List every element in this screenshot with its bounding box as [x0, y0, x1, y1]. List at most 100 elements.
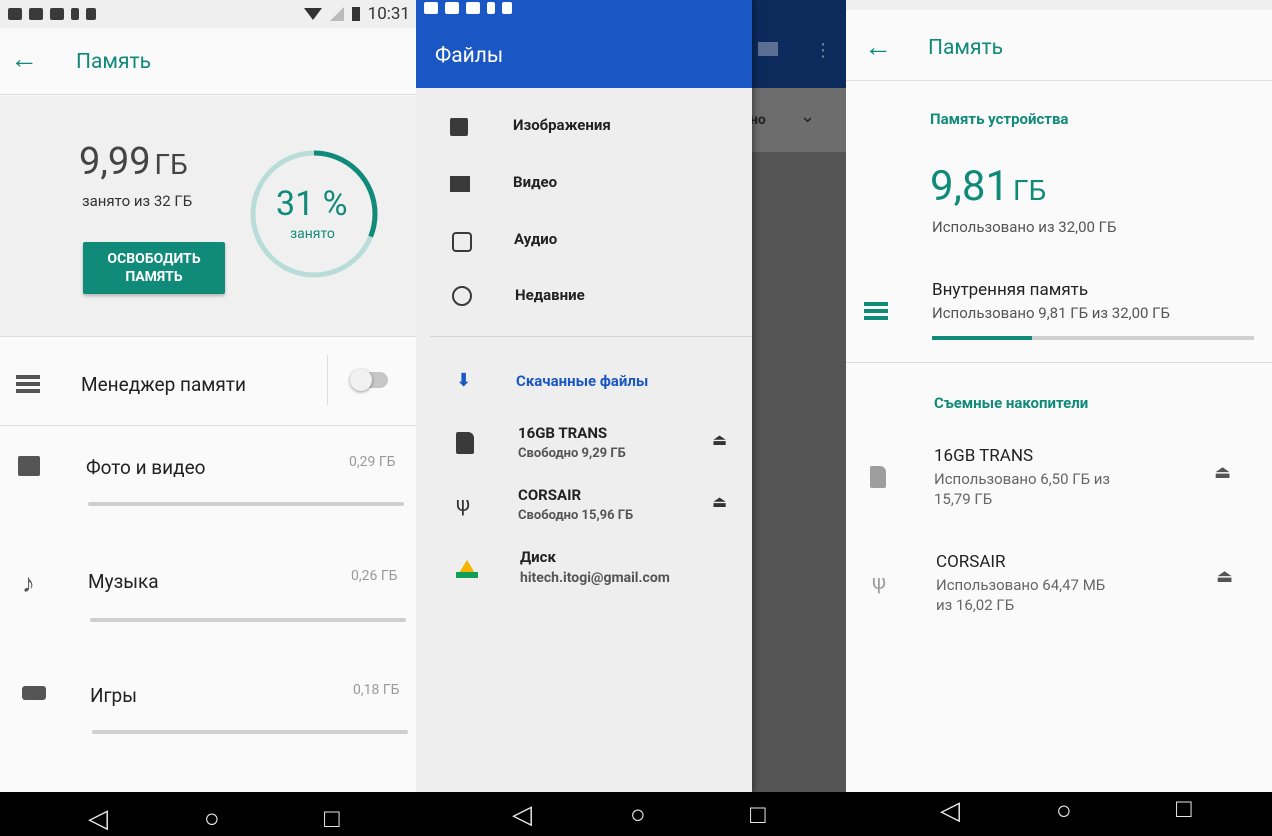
- drawer-item-downloads[interactable]: ⬇ Скачанные файлы: [416, 356, 752, 410]
- internal-storage-bar-fill: [932, 336, 1032, 340]
- category-label: Музыка: [88, 570, 159, 593]
- home-nav-icon[interactable]: ○: [204, 806, 220, 832]
- notification-icon: [8, 8, 22, 20]
- category-size: 0,26 ГБ: [351, 568, 398, 584]
- home-nav-icon[interactable]: ○: [630, 802, 646, 828]
- storage-list-icon: [864, 302, 888, 320]
- category-label: Игры: [90, 684, 137, 707]
- overflow-menu-icon: ⋮: [814, 40, 832, 61]
- device-section-header: Память устройства: [930, 110, 1069, 128]
- usb-notification-icon: [71, 8, 79, 20]
- app-bar: ← Память: [846, 10, 1272, 81]
- status-icons: [424, 2, 512, 14]
- eject-icon[interactable]: ⏏: [1214, 462, 1231, 483]
- category-row-photos[interactable]: Фото и видео 0,29 ГБ: [0, 426, 420, 540]
- photo-icon: [18, 456, 40, 476]
- recents-nav-icon[interactable]: □: [1176, 796, 1192, 822]
- eject-icon[interactable]: ⏏: [712, 492, 727, 511]
- background-text: но: [750, 112, 766, 128]
- drawer-item-audio[interactable]: Аудио: [416, 212, 752, 266]
- home-nav-icon[interactable]: ○: [1056, 798, 1072, 824]
- sd-card-icon: [870, 466, 886, 488]
- image-notification-icon: [50, 8, 64, 20]
- back-arrow-icon[interactable]: ←: [864, 30, 892, 63]
- battery-icon: [351, 7, 360, 21]
- usb-icon: ψ: [456, 492, 471, 516]
- category-bar: [88, 502, 404, 506]
- free-memory-button[interactable]: ОСВОБОДИТЬ ПАМЯТЬ: [83, 242, 225, 294]
- back-nav-icon[interactable]: ◁: [88, 806, 108, 832]
- drive-icon-base: [456, 572, 478, 578]
- recents-nav-icon[interactable]: □: [750, 802, 766, 828]
- category-row-music[interactable]: ♪ Музыка 0,26 ГБ: [0, 540, 420, 654]
- category-bar: [92, 730, 408, 734]
- camera-icon: [445, 2, 459, 14]
- usb-icon: ψ: [872, 570, 887, 594]
- used-amount: 9,99 ГБ: [79, 140, 188, 184]
- camera-icon: [29, 8, 43, 20]
- navigation-drawer: Файлы Изображения Видео Аудио Недавние ⬇…: [416, 0, 752, 792]
- internal-storage-title: Внутренняя память: [932, 280, 1089, 300]
- memory-manager-label: Менеджер памяти: [81, 373, 246, 396]
- drawer-title: Файлы: [435, 44, 504, 68]
- storage-list-icon: [16, 375, 40, 393]
- ring-percent: 31 %: [276, 184, 348, 224]
- removable-row-16gb-trans[interactable]: 16GB TRANS Использовано 6,50 ГБ из 15,79…: [846, 440, 1272, 530]
- status-bar: 10:31: [0, 0, 420, 28]
- audio-icon: [452, 232, 472, 252]
- recents-nav-icon[interactable]: □: [324, 806, 340, 832]
- video-icon: [450, 176, 470, 192]
- sd-notification-icon: [502, 2, 512, 14]
- memory-manager-row[interactable]: Менеджер памяти: [0, 337, 420, 425]
- drawer-storage-drive[interactable]: Диск hitech.itogi@gmail.com: [416, 546, 752, 606]
- removable-row-corsair[interactable]: ψ CORSAIR Использовано 64,47 МБ из 16,02…: [846, 546, 1272, 636]
- app-bar: ← Память: [0, 28, 420, 95]
- status-bar: [846, 0, 1272, 10]
- drawer-item-images[interactable]: Изображения: [416, 100, 752, 154]
- drawer-item-recent[interactable]: Недавние: [416, 268, 752, 322]
- music-note-icon: ♪: [22, 569, 35, 599]
- left-screen: 10:31 ← Память 9,99 ГБ занято из 32 ГБ О…: [0, 0, 420, 792]
- page-title: Память: [76, 50, 152, 74]
- internal-storage-row[interactable]: Внутренняя память Использовано 9,81 ГБ и…: [846, 270, 1272, 358]
- drawer-item-video[interactable]: Видео: [416, 156, 752, 210]
- middle-screen: ⋮ но ⌄ Файлы Изображения Видео Аудио Нед…: [416, 0, 856, 792]
- back-nav-icon[interactable]: ◁: [512, 802, 532, 828]
- image-notification-icon: [466, 2, 480, 14]
- gamepad-icon: [22, 686, 46, 700]
- signal-icon: [329, 7, 344, 21]
- chevron-down-icon: ⌄: [800, 106, 816, 127]
- download-icon: ⬇: [456, 370, 472, 391]
- image-icon: [450, 118, 468, 136]
- sd-notification-icon: [86, 8, 96, 20]
- list-view-icon: [758, 42, 778, 56]
- drawer-storage-16gb-trans[interactable]: 16GB TRANS Свободно 9,29 ГБ ⏏: [416, 418, 752, 478]
- notification-icon: [424, 2, 438, 14]
- ring-label: занято: [290, 226, 335, 242]
- summary-card: 9,99 ГБ занято из 32 ГБ ОСВОБОДИТЬ ПАМЯТ…: [0, 96, 420, 336]
- back-nav-icon[interactable]: ◁: [940, 798, 960, 824]
- internal-storage-bar: [932, 336, 1254, 340]
- category-row-games[interactable]: Игры 0,18 ГБ: [0, 654, 420, 792]
- sd-card-icon: [456, 432, 474, 454]
- right-screen: ← Память Память устройства 9,81 ГБ Испол…: [846, 0, 1272, 792]
- device-used-amount: 9,81 ГБ: [930, 162, 1047, 211]
- eject-icon[interactable]: ⏏: [1216, 566, 1233, 587]
- removable-section-header: Съемные накопители: [934, 394, 1089, 412]
- system-navigation-bar: ◁ ○ □ ◁ ○ □ ◁ ○ □: [0, 792, 1272, 836]
- category-size: 0,29 ГБ: [349, 454, 396, 470]
- eject-icon[interactable]: ⏏: [712, 430, 727, 449]
- status-time: 10:31: [367, 4, 410, 24]
- internal-storage-detail: Использовано 9,81 ГБ из 32,00 ГБ: [932, 304, 1170, 322]
- page-title: Память: [928, 36, 1004, 60]
- drawer-header: Файлы: [416, 0, 752, 88]
- background-content: [746, 152, 856, 792]
- category-label: Фото и видео: [86, 456, 206, 479]
- back-arrow-icon[interactable]: ←: [10, 42, 38, 75]
- memory-manager-toggle[interactable]: [350, 369, 388, 391]
- clock-icon: [452, 286, 472, 306]
- drawer-storage-corsair[interactable]: ψ CORSAIR Свободно 15,96 ГБ ⏏: [416, 482, 752, 542]
- category-bar: [90, 618, 406, 622]
- category-size: 0,18 ГБ: [353, 682, 400, 698]
- device-used-of: Использовано из 32,00 ГБ: [932, 218, 1117, 236]
